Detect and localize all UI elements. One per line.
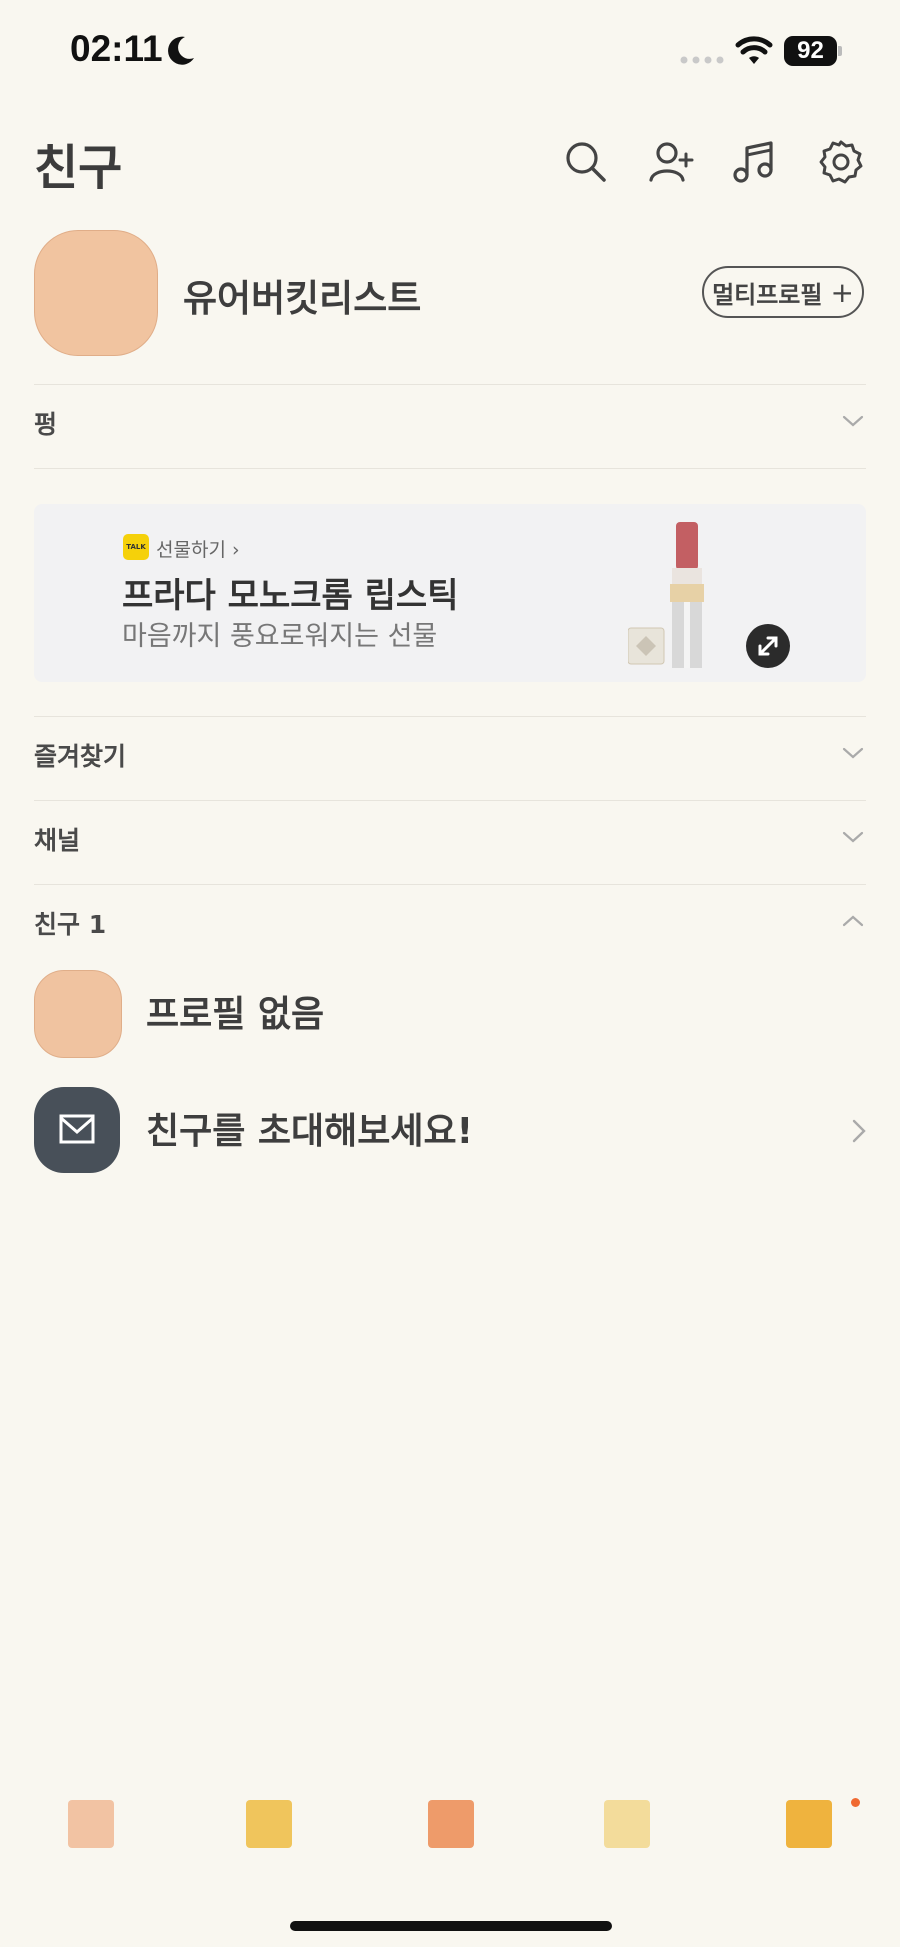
chevron-up-icon[interactable]: [838, 906, 868, 936]
section-label-favorites[interactable]: 즐겨찾기: [34, 737, 126, 773]
multi-profile-button[interactable]: 멀티프로필 +: [702, 266, 864, 318]
chevron-down-icon[interactable]: [838, 738, 868, 768]
settings-icon[interactable]: [817, 138, 865, 186]
battery-level: 92: [784, 36, 837, 66]
chevron-right-icon[interactable]: [848, 1116, 870, 1146]
my-profile-avatar[interactable]: [34, 230, 158, 356]
invite-friends-text[interactable]: 친구를 초대해보세요!: [146, 1102, 473, 1154]
wifi-icon: [735, 36, 773, 64]
invite-avatar[interactable]: [34, 1087, 120, 1173]
divider: [34, 716, 866, 717]
gift-category-label[interactable]: 선물하기 ›: [156, 535, 240, 562]
banner-subtitle: 마음까지 풍요로워지는 선물: [122, 621, 438, 652]
my-profile-name[interactable]: 유어버킷리스트: [183, 268, 421, 322]
tab-friends[interactable]: [68, 1800, 114, 1848]
status-time: 02:11: [70, 28, 163, 69]
section-label-first[interactable]: 펑: [34, 405, 57, 441]
banner-title: 프라다 모노크롬 립스틱: [122, 576, 459, 616]
page-title: 친구: [34, 140, 123, 196]
section-label-channels[interactable]: 채널: [34, 821, 80, 857]
moon-icon: [168, 36, 194, 65]
friend-name[interactable]: 프로필 없음: [146, 985, 324, 1037]
add-friend-icon[interactable]: [648, 138, 696, 186]
section-label-friends[interactable]: 친구 1: [34, 905, 106, 941]
mail-icon: [59, 1114, 95, 1144]
friend-avatar[interactable]: [34, 970, 122, 1058]
multi-profile-label: 멀티프로필: [712, 280, 823, 309]
tab-chats[interactable]: [246, 1800, 292, 1848]
home-indicator[interactable]: [290, 1921, 612, 1931]
tab-more[interactable]: [786, 1800, 832, 1848]
search-icon[interactable]: [562, 138, 610, 186]
expand-icon[interactable]: [746, 624, 790, 668]
divider: [34, 884, 866, 885]
lipstick-image: [628, 522, 704, 668]
music-icon[interactable]: [730, 138, 778, 186]
plus-icon: +: [830, 275, 854, 309]
divider: [34, 468, 866, 469]
battery-indicator: 92: [784, 36, 842, 66]
notification-badge: [851, 1798, 860, 1807]
tab-shopping[interactable]: [604, 1800, 650, 1848]
signal-icon: [680, 56, 724, 64]
tab-openchat[interactable]: [428, 1800, 474, 1848]
divider: [34, 384, 866, 385]
chevron-down-icon[interactable]: [838, 406, 868, 436]
talk-logo: TALK: [123, 534, 149, 560]
divider: [34, 800, 866, 801]
chevron-down-icon[interactable]: [838, 822, 868, 852]
